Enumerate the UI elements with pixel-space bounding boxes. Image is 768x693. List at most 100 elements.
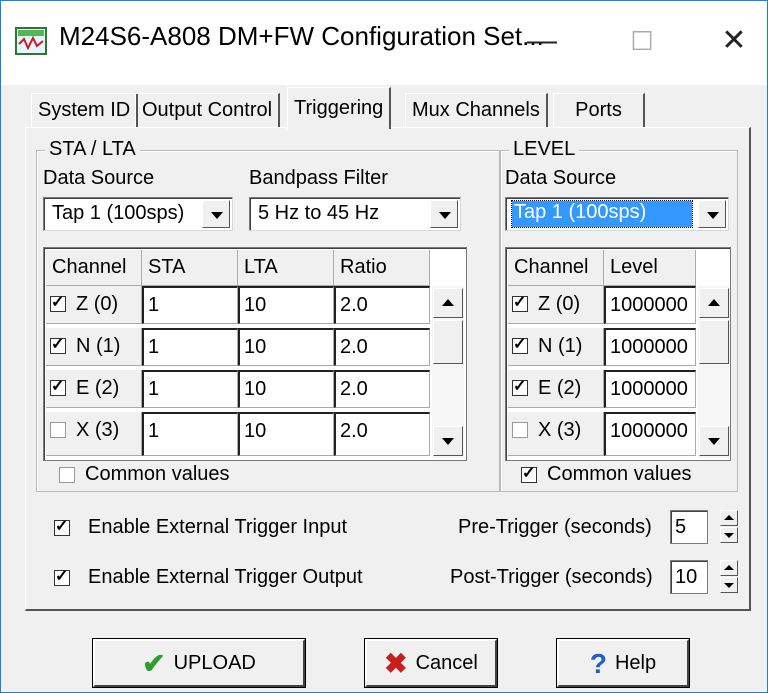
sta-field[interactable]: 1 — [142, 286, 238, 324]
sta-common-values-label: Common values — [85, 463, 230, 485]
spin-down-icon[interactable] — [720, 577, 738, 593]
spin-down-icon[interactable] — [720, 527, 738, 543]
sta-data-source-dropdown[interactable]: Tap 1 (100sps) — [43, 197, 233, 231]
app-icon — [15, 27, 47, 55]
pre-trigger-spinner[interactable] — [720, 510, 738, 544]
channel-checkbox[interactable] — [512, 335, 528, 355]
table-row[interactable]: Z (0) — [508, 286, 604, 324]
triggering-panel: STA / LTA Data Source Bandpass Filter Ta… — [25, 127, 751, 611]
table-row[interactable]: Z (0) — [46, 286, 142, 324]
upload-label: UPLOAD — [173, 652, 256, 674]
column-header-ratio: Ratio — [334, 250, 430, 286]
chevron-down-icon[interactable] — [698, 200, 726, 228]
channel-label: Z (0) — [538, 293, 581, 315]
config-window: M24S6-A808 DM+FW Configuration Set... — … — [0, 0, 768, 693]
minimize-button[interactable]: — — [497, 1, 587, 85]
channel-checkbox[interactable] — [50, 422, 66, 438]
channel-checkbox[interactable] — [512, 422, 528, 438]
sta-field[interactable]: 1 — [142, 412, 238, 456]
tab-mux-channels[interactable]: Mux Channels — [405, 93, 548, 127]
scroll-down-icon[interactable] — [433, 426, 463, 456]
cancel-button[interactable]: ✖ Cancel — [364, 638, 498, 688]
level-group: LEVEL Data Source Tap 1 (100sps) Channel… — [500, 138, 738, 492]
table-row[interactable]: N (1) — [46, 328, 142, 366]
chevron-down-icon[interactable] — [430, 200, 458, 228]
tab-triggering[interactable]: Triggering — [287, 87, 392, 129]
sta-lta-scrollbar[interactable] — [432, 286, 464, 458]
scroll-thumb[interactable] — [433, 320, 463, 364]
tab-output-control[interactable]: Output Control — [135, 93, 281, 127]
lta-field[interactable]: 10 — [238, 286, 334, 324]
level-field[interactable]: 1000000 — [604, 328, 696, 366]
channel-checkbox[interactable] — [512, 377, 528, 397]
channel-label: E (2) — [538, 377, 582, 399]
sta-field[interactable]: 1 — [142, 328, 238, 366]
level-common-values-checkbox[interactable] — [521, 464, 537, 484]
bandpass-filter-dropdown[interactable]: 5 Hz to 45 Hz — [249, 197, 461, 231]
table-row[interactable]: X (3) — [46, 412, 142, 456]
channel-checkbox[interactable] — [50, 335, 66, 355]
help-button[interactable]: ? Help — [556, 638, 690, 688]
spin-up-icon[interactable] — [720, 510, 738, 526]
scroll-up-icon[interactable] — [433, 288, 463, 318]
external-trigger-input-label: Enable External Trigger Input — [88, 516, 348, 538]
table-row[interactable]: E (2) — [46, 370, 142, 408]
column-header-sta: STA — [142, 250, 238, 286]
level-title: LEVEL — [509, 138, 580, 161]
channel-label: E (2) — [76, 377, 120, 399]
level-data-source-label: Data Source — [505, 167, 617, 189]
ratio-field[interactable]: 2.0 — [334, 370, 430, 408]
table-row[interactable]: X (3) — [508, 412, 604, 456]
ratio-field[interactable]: 2.0 — [334, 412, 430, 456]
sta-common-values-checkbox[interactable] — [59, 467, 75, 483]
tab-system-id[interactable]: System ID — [31, 93, 139, 127]
lta-field[interactable]: 10 — [238, 412, 334, 456]
table-row[interactable]: N (1) — [508, 328, 604, 366]
level-grid: Channel Level Z (0) 1000000 N (1) 100000… — [505, 247, 731, 461]
lta-field[interactable]: 10 — [238, 370, 334, 408]
level-data-source-value: Tap 1 (100sps) — [511, 200, 693, 228]
table-row[interactable]: E (2) — [508, 370, 604, 408]
post-trigger-spinner[interactable] — [720, 560, 738, 594]
maximize-button[interactable]: ☐ — [597, 1, 687, 85]
channel-checkbox[interactable] — [50, 293, 66, 313]
pre-trigger-input[interactable]: 5 — [670, 510, 708, 544]
channel-checkbox[interactable] — [512, 293, 528, 313]
sta-lta-title: STA / LTA — [45, 138, 140, 161]
scroll-down-icon[interactable] — [699, 426, 729, 456]
column-header-channel: Channel — [508, 250, 604, 286]
column-header-level: Level — [604, 250, 696, 286]
sta-data-source-value: Tap 1 (100sps) — [52, 202, 185, 224]
sta-field[interactable]: 1 — [142, 370, 238, 408]
channel-label: N (1) — [538, 335, 583, 357]
question-mark-icon: ? — [589, 647, 607, 679]
scroll-up-icon[interactable] — [699, 288, 729, 318]
post-trigger-label: Post-Trigger (seconds) — [450, 566, 653, 588]
lta-field[interactable]: 10 — [238, 328, 334, 366]
close-button[interactable]: ✕ — [689, 1, 768, 85]
level-field[interactable]: 1000000 — [604, 370, 696, 408]
pre-trigger-label: Pre-Trigger (seconds) — [458, 516, 652, 538]
level-data-source-dropdown[interactable]: Tap 1 (100sps) — [505, 197, 729, 231]
level-field[interactable]: 1000000 — [604, 286, 696, 324]
ratio-field[interactable]: 2.0 — [334, 328, 430, 366]
sta-lta-group: STA / LTA Data Source Bandpass Filter Ta… — [36, 138, 500, 492]
cancel-x-icon: ✖ — [384, 647, 408, 679]
post-trigger-input[interactable]: 10 — [670, 560, 708, 594]
level-scrollbar[interactable] — [698, 286, 730, 458]
external-trigger-output-label: Enable External Trigger Output — [88, 566, 363, 588]
window-title: M24S6-A808 DM+FW Configuration Set... — [59, 21, 544, 51]
external-trigger-input-checkbox[interactable] — [54, 517, 70, 537]
channel-checkbox[interactable] — [50, 377, 66, 397]
level-field[interactable]: 1000000 — [604, 412, 696, 456]
scroll-thumb[interactable] — [699, 320, 729, 364]
title-bar[interactable]: M24S6-A808 DM+FW Configuration Set... — … — [1, 1, 767, 85]
upload-button[interactable]: ✔ UPLOAD — [92, 638, 306, 688]
channel-label: X (3) — [538, 419, 582, 441]
external-trigger-output-checkbox[interactable] — [54, 567, 70, 587]
tab-ports[interactable]: Ports — [553, 93, 645, 127]
chevron-down-icon[interactable] — [202, 200, 230, 228]
ratio-field[interactable]: 2.0 — [334, 286, 430, 324]
column-header-channel: Channel — [46, 250, 142, 286]
spin-up-icon[interactable] — [720, 560, 738, 576]
